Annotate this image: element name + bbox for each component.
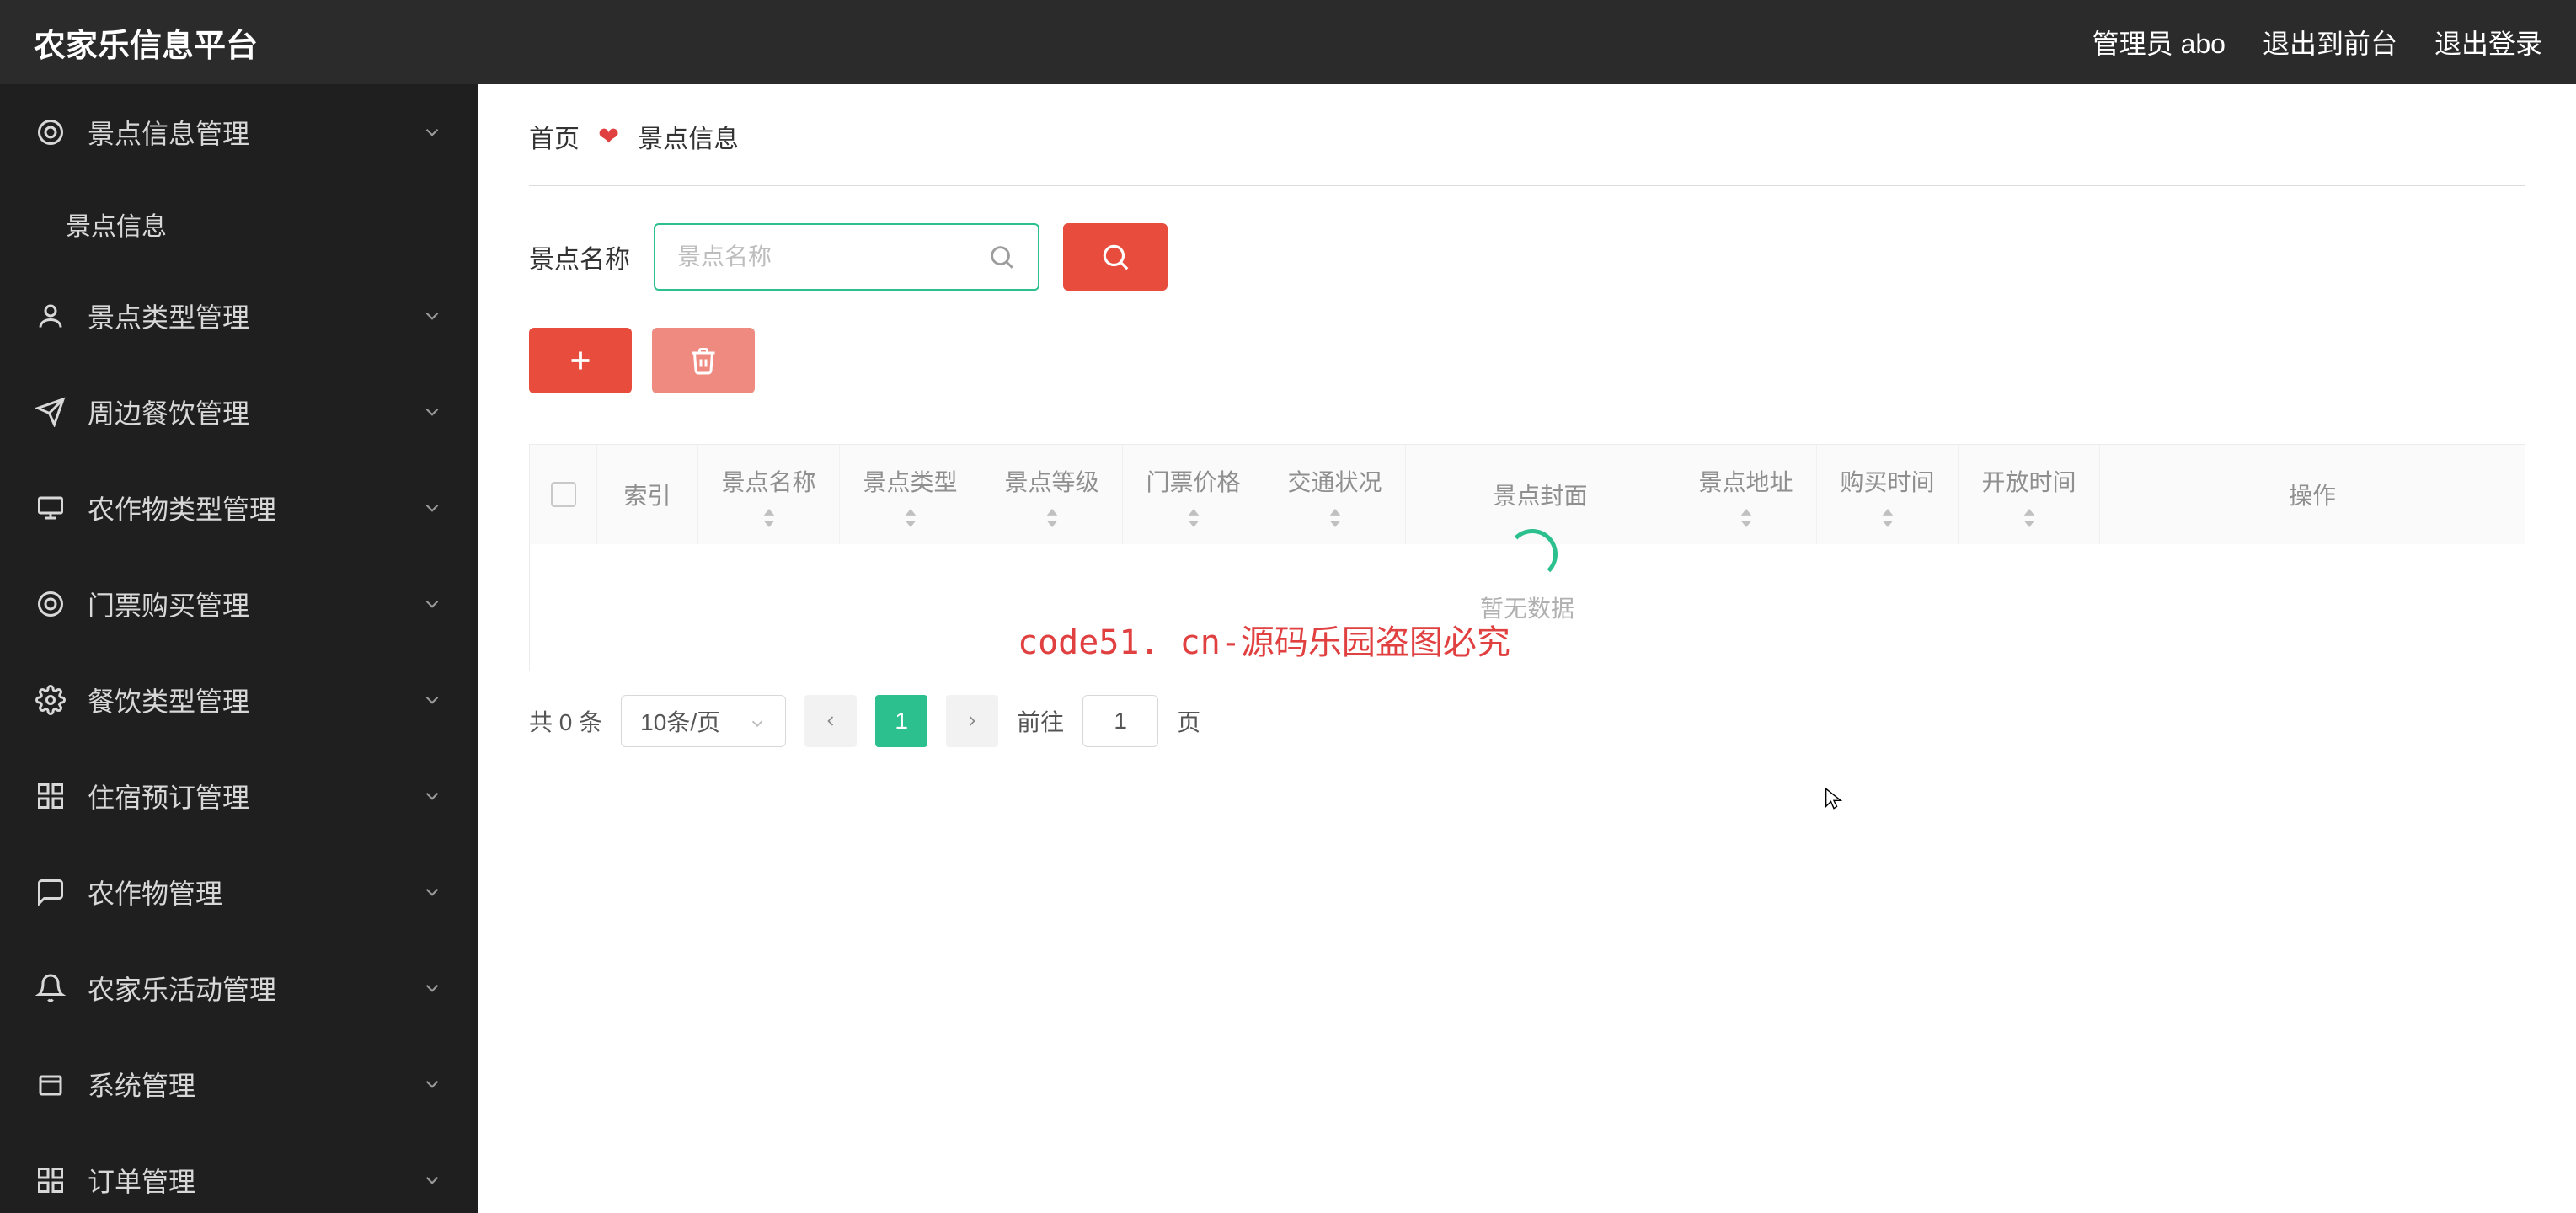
sidebar-item-10[interactable]: 订单管理 bbox=[0, 1132, 478, 1213]
sidebar-item-4[interactable]: 门票购买管理 bbox=[0, 556, 478, 652]
page-number-button[interactable]: 1 bbox=[875, 695, 927, 747]
chevron-down-icon bbox=[421, 497, 443, 519]
sidebar-item-7[interactable]: 农作物管理 bbox=[0, 844, 478, 940]
action-row bbox=[529, 328, 2525, 393]
pagination: 共 0 条 10条/页 1 前往 页 bbox=[529, 695, 2525, 747]
sidebar-item-6[interactable]: 住宿预订管理 bbox=[0, 748, 478, 844]
th-cover: 景点封面 bbox=[1406, 445, 1675, 544]
pager-total: 共 0 条 bbox=[529, 704, 602, 738]
sidebar-item-2[interactable]: 周边餐饮管理 bbox=[0, 364, 478, 460]
th-op: 操作 bbox=[2100, 445, 2525, 544]
delete-button[interactable] bbox=[652, 328, 755, 393]
topbar: 农家乐信息平台 管理员 abo 退出到前台 退出登录 bbox=[0, 0, 2576, 84]
th-checkbox[interactable] bbox=[530, 445, 597, 544]
th-name[interactable]: 景点名称 bbox=[698, 445, 840, 544]
th-index: 索引 bbox=[597, 445, 698, 544]
exit-front-link[interactable]: 退出到前台 bbox=[2263, 23, 2397, 61]
th-type[interactable]: 景点类型 bbox=[840, 445, 981, 544]
sidebar-item-8[interactable]: 农家乐活动管理 bbox=[0, 940, 478, 1036]
sidebar-item-0[interactable]: 景点信息管理 bbox=[0, 84, 478, 180]
bell-icon bbox=[35, 973, 66, 1003]
sidebar-item-label: 系统管理 bbox=[88, 1065, 195, 1103]
box-icon bbox=[35, 1069, 66, 1099]
sidebar-item-label: 门票购买管理 bbox=[88, 585, 249, 623]
sidebar-item-5[interactable]: 餐饮类型管理 bbox=[0, 652, 478, 748]
goto-suffix: 页 bbox=[1177, 704, 1200, 738]
main-content: 首页 ❤ 景点信息 景点名称 bbox=[478, 84, 2576, 1213]
add-button[interactable] bbox=[529, 328, 632, 393]
sidebar-item-label: 农作物管理 bbox=[88, 873, 222, 911]
sidebar-item-label: 餐饮类型管理 bbox=[88, 681, 249, 719]
goto-input[interactable] bbox=[1082, 695, 1158, 747]
search-button[interactable] bbox=[1063, 223, 1168, 291]
sidebar-item-label: 住宿预订管理 bbox=[88, 777, 249, 815]
data-table: 索引 景点名称 景点类型 景点等级 门票价格 交通状况 景点封面 景点地址 购买… bbox=[529, 444, 2525, 671]
sidebar-item-3[interactable]: 农作物类型管理 bbox=[0, 460, 478, 556]
grid-icon bbox=[35, 1165, 66, 1195]
sidebar: 景点信息管理景点信息景点类型管理周边餐饮管理农作物类型管理门票购买管理餐饮类型管… bbox=[0, 84, 478, 1213]
chevron-down-icon bbox=[748, 712, 767, 730]
th-grade[interactable]: 景点等级 bbox=[981, 445, 1123, 544]
sidebar-item-label: 农家乐活动管理 bbox=[88, 969, 276, 1007]
sidebar-item-label: 景点信息管理 bbox=[88, 113, 249, 152]
grid-icon bbox=[35, 781, 66, 811]
monitor-icon bbox=[35, 493, 66, 523]
th-opentime[interactable]: 开放时间 bbox=[1959, 445, 2100, 544]
th-addr[interactable]: 景点地址 bbox=[1675, 445, 1817, 544]
sidebar-item-label: 农作物类型管理 bbox=[88, 489, 276, 527]
brand-title: 农家乐信息平台 bbox=[34, 19, 258, 66]
breadcrumb-home[interactable]: 首页 bbox=[529, 118, 580, 155]
th-buytime[interactable]: 购买时间 bbox=[1817, 445, 1959, 544]
breadcrumb: 首页 ❤ 景点信息 bbox=[529, 118, 2525, 186]
search-input[interactable] bbox=[677, 243, 987, 270]
search-box bbox=[654, 223, 1039, 291]
loading-spinner-icon bbox=[1507, 529, 1558, 580]
heart-icon: ❤ bbox=[598, 122, 619, 152]
sidebar-item-label: 景点类型管理 bbox=[88, 297, 249, 335]
filter-row: 景点名称 bbox=[529, 223, 2525, 291]
chevron-down-icon bbox=[421, 785, 443, 807]
sidebar-item-label: 订单管理 bbox=[88, 1161, 195, 1200]
goto-label: 前往 bbox=[1017, 704, 1064, 738]
chevron-down-icon bbox=[421, 593, 443, 615]
chat-icon bbox=[35, 877, 66, 907]
search-icon bbox=[987, 243, 1016, 271]
sidebar-subitem[interactable]: 景点信息 bbox=[0, 180, 478, 268]
target-icon bbox=[35, 589, 66, 619]
th-traffic[interactable]: 交通状况 bbox=[1264, 445, 1406, 544]
empty-text: 暂无数据 bbox=[1480, 590, 1574, 624]
table-empty: 暂无数据 bbox=[530, 544, 2525, 671]
target-icon bbox=[35, 117, 66, 147]
chevron-down-icon bbox=[421, 305, 443, 327]
user-label[interactable]: 管理员 abo bbox=[2092, 23, 2226, 61]
sidebar-item-1[interactable]: 景点类型管理 bbox=[0, 268, 478, 364]
user-icon bbox=[35, 301, 66, 331]
cursor-icon bbox=[1822, 787, 1846, 810]
logout-link[interactable]: 退出登录 bbox=[2434, 23, 2542, 61]
chevron-down-icon bbox=[421, 401, 443, 423]
gear-icon bbox=[35, 685, 66, 715]
chevron-down-icon bbox=[421, 977, 443, 999]
sidebar-item-9[interactable]: 系统管理 bbox=[0, 1036, 478, 1132]
chevron-down-icon bbox=[421, 881, 443, 903]
chevron-down-icon bbox=[421, 121, 443, 143]
sidebar-item-label: 周边餐饮管理 bbox=[88, 393, 249, 431]
th-price[interactable]: 门票价格 bbox=[1123, 445, 1264, 544]
chevron-down-icon bbox=[421, 1073, 443, 1095]
chevron-down-icon bbox=[421, 1169, 443, 1191]
chevron-down-icon bbox=[421, 689, 443, 711]
page-prev-button[interactable] bbox=[804, 695, 857, 747]
page-size-select[interactable]: 10条/页 bbox=[621, 695, 786, 747]
send-icon bbox=[35, 397, 66, 427]
filter-label: 景点名称 bbox=[529, 238, 630, 275]
page-next-button[interactable] bbox=[946, 695, 998, 747]
breadcrumb-current: 景点信息 bbox=[638, 118, 739, 155]
